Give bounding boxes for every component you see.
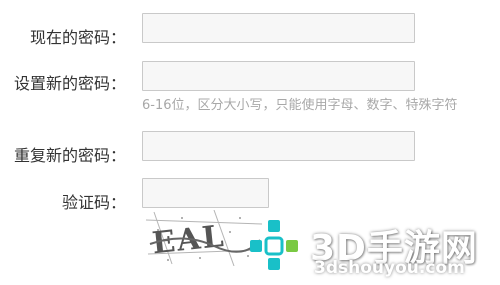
current-password-label: 现在的密码：	[29, 28, 126, 47]
repeat-password-input[interactable]	[142, 131, 415, 161]
captcha-label: 验证码：	[61, 193, 126, 212]
repeat-password-label: 重复新的密码：	[13, 146, 126, 165]
captcha-input[interactable]	[142, 178, 269, 208]
watermark-logo-icon	[250, 220, 298, 270]
password-hint: 6-16位，区分大小写，只能使用字母、数字、特殊字符	[142, 98, 458, 113]
current-password-input[interactable]	[142, 13, 415, 43]
new-password-label: 设置新的密码：	[13, 74, 126, 93]
new-password-input[interactable]	[142, 61, 415, 91]
watermark-url: 3dshouyou.com	[314, 258, 465, 278]
